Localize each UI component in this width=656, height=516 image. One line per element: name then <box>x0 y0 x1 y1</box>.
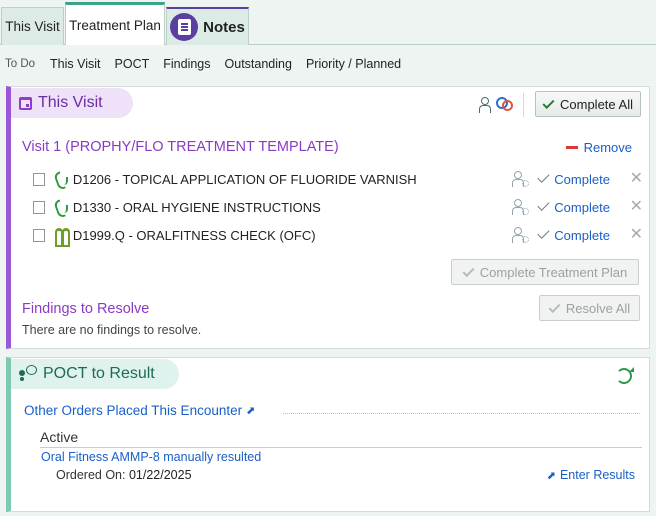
ordered-on-label: Ordered On: <box>56 468 126 482</box>
complete-link[interactable]: Complete <box>554 172 629 187</box>
subnav-findings[interactable]: Findings <box>163 57 210 71</box>
remove-button[interactable]: Remove <box>565 140 632 155</box>
brush-icon <box>54 171 69 187</box>
complete-treatment-plan-button[interactable]: Complete Treatment Plan <box>451 259 639 285</box>
calendar-icon <box>19 96 32 110</box>
tab-notes-label: Notes <box>203 18 245 36</box>
subnav-priority-planned[interactable]: Priority / Planned <box>306 57 401 71</box>
subnav-poct[interactable]: POCT <box>115 57 150 71</box>
tooth-icon <box>54 227 71 247</box>
check-icon <box>537 227 549 239</box>
subnav-outstanding[interactable]: Outstanding <box>225 57 292 71</box>
tab-notes[interactable]: Notes <box>166 7 249 45</box>
procedure-row: D1330 - ORAL HYGIENE INSTRUCTIONS Comple… <box>33 196 643 218</box>
tab-treatment-plan[interactable]: Treatment Plan <box>65 2 165 46</box>
resolve-all-label: Resolve All <box>565 300 631 316</box>
complete-all-label: Complete All <box>560 96 633 112</box>
poct-title: POCT to Result <box>43 365 155 382</box>
external-link-icon: ⬈ <box>546 470 556 482</box>
procedure-checkbox[interactable] <box>33 228 46 242</box>
active-label: Active <box>40 429 79 445</box>
complete-link[interactable]: Complete <box>554 200 629 215</box>
tab-bar: This Visit Treatment Plan Notes <box>0 0 656 46</box>
notes-icon <box>170 13 199 41</box>
findings-empty-text: There are no findings to resolve. <box>22 323 202 337</box>
findings-title: Findings to Resolve <box>22 301 150 317</box>
enter-results-label: Enter Results <box>559 468 635 482</box>
check-icon <box>548 300 561 313</box>
check-icon <box>537 199 549 211</box>
close-icon[interactable]: ✕ <box>630 171 643 187</box>
this-visit-panel: This Visit Complete All Visit 1 (PROPHY/… <box>6 86 650 349</box>
procedure-text: D1999.Q - ORALFITNESS CHECK (OFC) <box>72 227 316 243</box>
tab-this-visit[interactable]: This Visit <box>1 7 64 45</box>
order-link[interactable]: Oral Fitness AMMP-8 manually resulted <box>41 450 261 464</box>
todo-label: To Do <box>5 58 36 70</box>
procedure-row: D1206 - TOPICAL APPLICATION OF FLUORIDE … <box>33 168 643 190</box>
this-visit-title: This Visit <box>38 94 103 111</box>
this-visit-header: This Visit <box>11 88 133 118</box>
poct-icon <box>19 365 37 383</box>
check-icon <box>542 96 555 109</box>
sub-navigation: To Do This Visit POCT Findings Outstandi… <box>0 45 656 83</box>
check-icon <box>537 171 549 183</box>
external-link-icon: ⬈ <box>246 405 256 417</box>
assign-provider-icon[interactable] <box>511 199 529 215</box>
poct-header: POCT to Result <box>11 359 179 389</box>
subnav-this-visit[interactable]: This Visit <box>50 57 100 71</box>
divider <box>40 447 642 448</box>
resolve-all-button[interactable]: Resolve All <box>539 295 640 321</box>
procedure-text: D1330 - ORAL HYGIENE INSTRUCTIONS <box>72 199 321 215</box>
refresh-icon[interactable] <box>616 367 634 384</box>
ordered-on: Ordered On: 01/22/2025 <box>56 468 192 482</box>
ordered-on-value: 01/22/2025 <box>128 468 192 482</box>
brush-icon <box>54 199 69 215</box>
header-divider <box>523 93 524 117</box>
tab-this-visit-label: This Visit <box>5 19 60 34</box>
assign-provider-icon[interactable] <box>511 171 529 187</box>
procedure-checkbox[interactable] <box>33 200 46 214</box>
tab-treatment-plan-label: Treatment Plan <box>69 18 161 33</box>
close-icon[interactable]: ✕ <box>630 227 643 243</box>
orders-title[interactable]: Other Orders Placed This Encounter ⬈ <box>24 403 255 418</box>
orders-title-label: Other Orders Placed This Encounter <box>24 403 243 418</box>
procedure-text: D1206 - TOPICAL APPLICATION OF FLUORIDE … <box>72 171 417 187</box>
close-icon[interactable]: ✕ <box>630 199 643 215</box>
enter-results-link[interactable]: ⬈ Enter Results <box>547 468 635 482</box>
complete-treatment-plan-label: Complete Treatment Plan <box>479 264 628 280</box>
rings-icon[interactable] <box>496 95 514 113</box>
procedure-checkbox[interactable] <box>33 172 46 186</box>
procedure-row: D1999.Q - ORALFITNESS CHECK (OFC) Comple… <box>33 224 643 247</box>
complete-link[interactable]: Complete <box>554 228 629 243</box>
check-icon <box>462 264 475 277</box>
provider-icon[interactable] <box>479 96 491 113</box>
header-icons <box>479 95 514 113</box>
divider <box>283 413 640 414</box>
remove-label: Remove <box>583 140 632 155</box>
complete-all-button[interactable]: Complete All <box>535 91 641 117</box>
poct-panel: POCT to Result Other Orders Placed This … <box>6 357 650 512</box>
visit-title: Visit 1 (PROPHY/FLO TREATMENT TEMPLATE) <box>22 139 339 155</box>
minus-icon <box>565 146 578 149</box>
assign-provider-icon[interactable] <box>511 227 529 243</box>
